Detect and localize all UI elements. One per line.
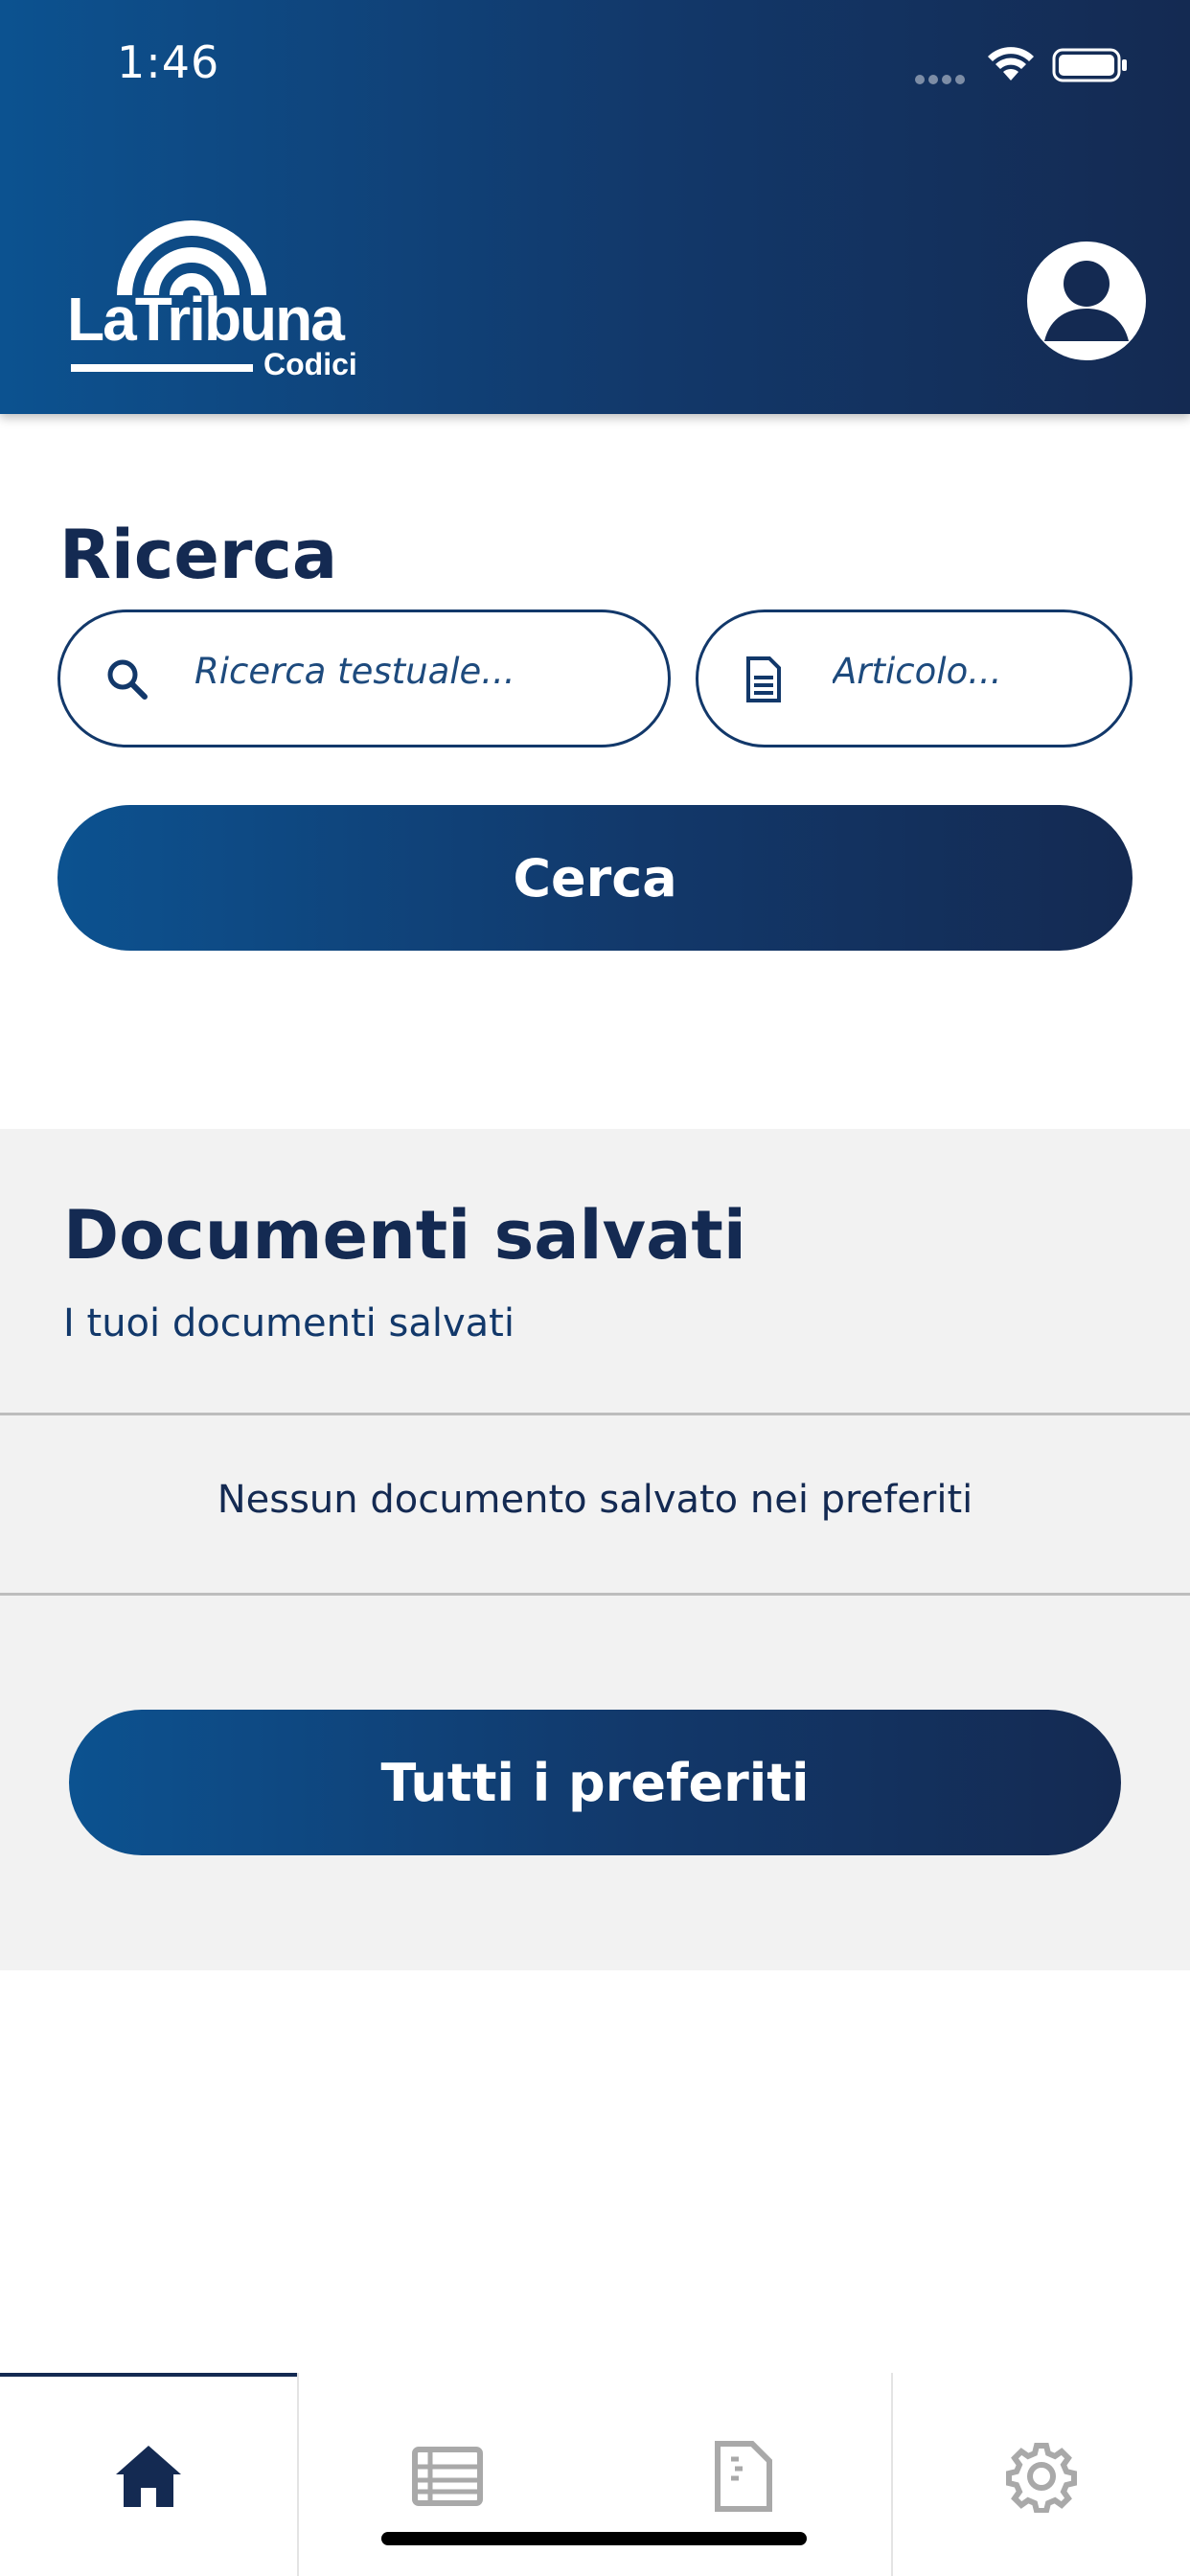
tab-active-indicator (0, 2373, 297, 2377)
home-indicator (381, 2532, 807, 2545)
document-icon (715, 2441, 772, 2512)
logo-wordmark: LaTribuna (67, 285, 345, 354)
article-search-field[interactable] (696, 610, 1133, 748)
divider-bottom (0, 1593, 1190, 1596)
search-icon (107, 659, 148, 700)
saved-documents-title: Documenti salvati (63, 1196, 746, 1275)
tab-home[interactable] (0, 2373, 297, 2576)
text-search-input[interactable] (195, 651, 645, 692)
wifi-icon (988, 47, 1034, 80)
user-circle-icon (1044, 261, 1129, 341)
article-search-input[interactable] (833, 651, 1101, 692)
logo-subtitle: Codici (263, 347, 357, 381)
profile-button[interactable] (1027, 242, 1146, 360)
list-icon (412, 2447, 483, 2506)
empty-favorites-message: Nessun documento salvato nei preferiti (217, 1478, 973, 1522)
search-title: Ricerca (59, 516, 338, 594)
all-favorites-button[interactable]: Tutti i preferiti (69, 1710, 1121, 1855)
tab-settings[interactable] (893, 2373, 1190, 2576)
latribuna-logo: LaTribuna Codici (67, 203, 374, 385)
battery-icon (1052, 48, 1127, 82)
home-icon (116, 2446, 181, 2507)
text-search-field[interactable] (57, 610, 671, 748)
saved-documents-panel: Documenti salvati I tuoi documenti salva… (0, 1129, 1190, 1970)
saved-documents-subtitle: I tuoi documenti salvati (63, 1301, 515, 1346)
cellular-signal-icon (915, 70, 971, 84)
search-button[interactable]: Cerca (57, 805, 1133, 951)
divider-top (0, 1413, 1190, 1415)
gear-icon (1006, 2443, 1077, 2513)
logo-underline (71, 364, 253, 372)
document-icon (746, 656, 781, 702)
tab-documents[interactable] (594, 2373, 891, 2576)
tab-list[interactable] (299, 2373, 596, 2576)
app-header: 1:46 LaTribuna Codici (0, 0, 1190, 414)
bottom-tab-bar (0, 2373, 1190, 2576)
status-time: 1:46 (117, 36, 220, 88)
